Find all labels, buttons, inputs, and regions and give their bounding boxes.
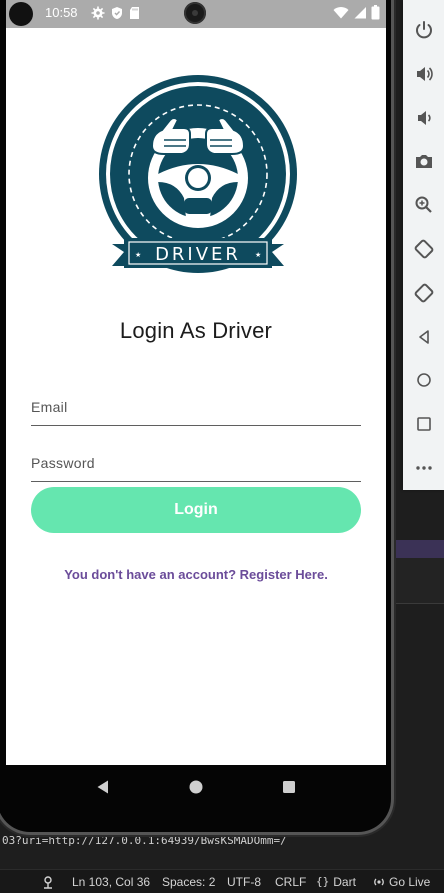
android-status-bar: 10:58: [6, 0, 386, 28]
power-button[interactable]: [408, 8, 440, 52]
center-punch-hole-camera: [184, 2, 206, 24]
email-input[interactable]: [31, 386, 361, 425]
password-field: [31, 442, 361, 482]
system-status-icons: [333, 5, 380, 20]
back-triangle-icon: [418, 329, 429, 344]
language-mode[interactable]: {} Dart: [316, 875, 356, 889]
android-navigation-bar: [6, 765, 386, 809]
settings-gear-icon: [91, 6, 105, 20]
more-dots-icon: [415, 466, 432, 470]
nav-overview-icon[interactable]: [281, 779, 297, 795]
emulator-toolbar: [403, 0, 444, 490]
sd-card-icon: [130, 7, 139, 19]
pin-icon: [44, 875, 52, 889]
line-ending[interactable]: CRLF: [275, 875, 306, 889]
volume-down-icon: [417, 110, 431, 125]
page-title: Login As Driver: [119, 318, 273, 343]
editor-panel: [392, 558, 444, 604]
logo-text: DRIVER: [155, 244, 241, 265]
debug-indicator[interactable]: [42, 875, 54, 889]
nav-home-icon[interactable]: [188, 779, 204, 795]
volume-up-icon: [416, 66, 433, 81]
indentation[interactable]: Spaces: 2: [162, 875, 215, 889]
volume-up-button[interactable]: [408, 52, 440, 96]
screenshot-button[interactable]: [408, 139, 440, 183]
braces-icon: {}: [316, 875, 330, 888]
go-live-button[interactable]: Go Live: [373, 875, 430, 889]
driver-logo: ★ ★ DRIVER: [99, 75, 297, 273]
debug-console-url: 03?uri=http://127.0.0.1:64939/BwsKSMADOm…: [2, 834, 287, 847]
shield-icon: [112, 7, 122, 19]
password-input[interactable]: [31, 442, 361, 481]
register-link[interactable]: You don't have an account? Register Here…: [6, 567, 386, 582]
wifi-icon: [333, 7, 349, 19]
svg-text:★: ★: [135, 251, 141, 259]
language-label: Dart: [333, 874, 356, 889]
zoom-button[interactable]: [408, 183, 440, 227]
battery-icon: [371, 5, 380, 20]
rotate-right-button[interactable]: [408, 271, 440, 315]
overview-button[interactable]: [408, 402, 440, 446]
status-time: 10:58: [45, 5, 78, 20]
rotate-left-icon: [414, 239, 433, 259]
overview-square-icon: [416, 417, 431, 432]
notification-icons: [91, 6, 140, 20]
front-camera: [9, 2, 33, 26]
go-live-label: Go Live: [389, 874, 431, 889]
nav-back-icon[interactable]: [95, 779, 111, 795]
email-field: [31, 386, 361, 426]
broadcast-icon: [374, 878, 384, 885]
camera-icon: [415, 155, 432, 169]
cursor-position[interactable]: Ln 103, Col 36: [72, 875, 150, 889]
rotate-left-button[interactable]: [408, 227, 440, 271]
cellular-signal-icon: [354, 7, 366, 19]
more-button[interactable]: [408, 446, 440, 490]
home-button[interactable]: [408, 359, 440, 403]
zoom-in-icon: [415, 196, 432, 213]
phone-frame: 10:58 ★ ★ DRIVER Login As Driver Email L…: [0, 0, 394, 835]
app-screen: 10:58 ★ ★ DRIVER Login As Driver Email L…: [6, 0, 386, 765]
home-circle-icon: [416, 373, 431, 388]
editor-selection-strip: [392, 540, 444, 558]
volume-down-button[interactable]: [408, 96, 440, 140]
file-encoding[interactable]: UTF-8: [227, 875, 261, 889]
login-button[interactable]: Login: [31, 487, 361, 533]
rotate-right-icon: [414, 283, 433, 303]
power-icon: [415, 20, 432, 39]
back-button[interactable]: [408, 315, 440, 359]
svg-text:★: ★: [255, 251, 261, 259]
ide-status-bar: Ln 103, Col 36 Spaces: 2 UTF-8 CRLF {} D…: [0, 869, 444, 893]
